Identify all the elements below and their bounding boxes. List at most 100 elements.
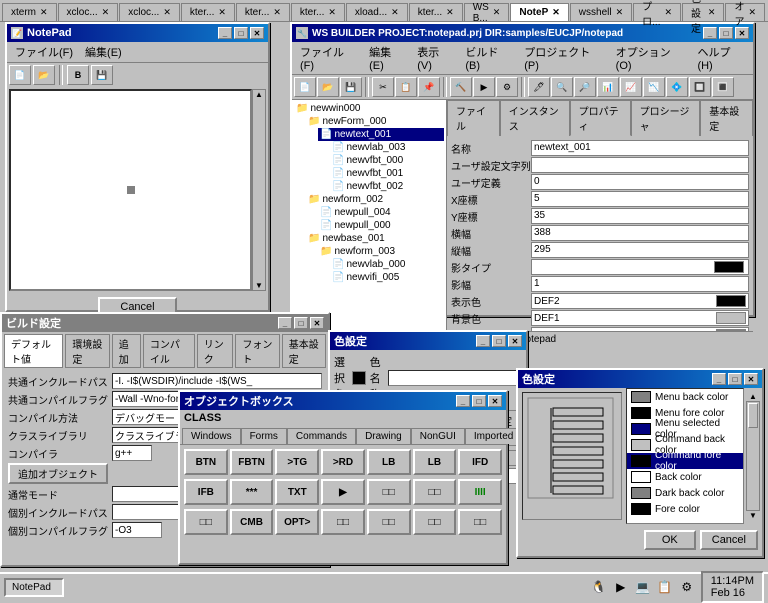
obj-btn-sq4[interactable]: □□ xyxy=(321,509,365,535)
obj-btn-ifd[interactable]: IFD xyxy=(458,449,502,475)
obj-btn-sq7[interactable]: □□ xyxy=(458,509,502,535)
notepad-scrollbar[interactable]: ▲ ▼ xyxy=(252,89,266,291)
maximize-button[interactable]: □ xyxy=(492,335,506,347)
obj-btn-sq2[interactable]: □□ xyxy=(413,479,457,505)
tab-kter3[interactable]: kter... ✕ xyxy=(291,3,345,21)
obj-btn-sq5[interactable]: □□ xyxy=(367,509,411,535)
tool-2[interactable]: 📂 xyxy=(317,77,339,97)
tab-add[interactable]: 追加 xyxy=(112,334,141,368)
tree-item-newpull000[interactable]: 📄 newpull_000 xyxy=(318,219,444,232)
tab-compile[interactable]: コンパイル xyxy=(143,334,195,368)
tab-commands[interactable]: Commands xyxy=(287,428,356,444)
tab-basic[interactable]: 基本設定 xyxy=(700,100,753,136)
tool-b[interactable]: B xyxy=(67,65,89,85)
close-icon[interactable]: ✕ xyxy=(708,7,716,18)
obj-btn-tg[interactable]: >TG xyxy=(275,449,319,475)
tab-notep[interactable]: NoteP ✕ xyxy=(510,3,568,21)
tool-9[interactable]: ⚙ xyxy=(496,77,518,97)
tab-link[interactable]: リンク xyxy=(197,334,234,368)
color-name-input[interactable] xyxy=(388,370,522,386)
taskbar-icon-pc[interactable]: 💻 xyxy=(633,577,653,597)
tab-xcloc2[interactable]: xcloc... ✕ xyxy=(119,3,180,21)
tab-forms[interactable]: Forms xyxy=(241,428,287,444)
close-icon[interactable]: ✕ xyxy=(664,7,672,18)
close-icon[interactable]: ✕ xyxy=(40,7,48,18)
taskbar-icon-play[interactable]: ▶ xyxy=(611,577,631,597)
tool-open[interactable]: 📂 xyxy=(33,65,55,85)
tool-7[interactable]: 🔨 xyxy=(450,77,472,97)
tree-item-newvfbt001[interactable]: 📄 newvfbt_001 xyxy=(330,167,444,180)
tool-5[interactable]: 📋 xyxy=(395,77,417,97)
prop-value-shadowtype[interactable] xyxy=(531,259,749,275)
close-button[interactable]: ✕ xyxy=(735,27,749,39)
tool-14[interactable]: 📈 xyxy=(620,77,642,97)
prop-value-top-shadow[interactable]: DEF3 xyxy=(531,327,749,331)
taskbar-icon-sk[interactable]: 🐧 xyxy=(589,577,609,597)
tab-env[interactable]: 環境設定 xyxy=(65,334,109,368)
menu-view[interactable]: 表示(V) xyxy=(411,43,459,73)
scroll-down-btn[interactable]: ▼ xyxy=(746,511,760,520)
tab-color-set[interactable]: 色設定 ✕ xyxy=(682,3,724,21)
close-icon[interactable]: ✕ xyxy=(493,7,501,18)
build-input-ind-flag[interactable] xyxy=(112,522,162,538)
tab-nongui[interactable]: NonGUI xyxy=(411,428,465,444)
tab-property[interactable]: プロパティ xyxy=(570,100,631,136)
obj-btn-ifb[interactable]: IFB xyxy=(184,479,228,505)
obj-btn-sq1[interactable]: □□ xyxy=(367,479,411,505)
obj-btn-bar[interactable]: IIII xyxy=(458,479,502,505)
ok-button[interactable]: OK xyxy=(644,530,696,550)
tab-wsb[interactable]: WS B... ✕ xyxy=(464,3,510,21)
notepad-text-area[interactable] xyxy=(9,89,252,291)
prop-value-bg[interactable]: DEF1 xyxy=(531,310,749,326)
prop-value-userstr[interactable] xyxy=(531,157,749,173)
minimize-button[interactable]: _ xyxy=(278,317,292,329)
tab-font[interactable]: フォント xyxy=(235,334,279,368)
obj-btn-sq6[interactable]: □□ xyxy=(413,509,457,535)
obj-btn-rd[interactable]: >RD xyxy=(321,449,365,475)
tree-item-newvlab003[interactable]: 📄 newvlab_003 xyxy=(330,141,444,154)
menu-edit[interactable]: 編集(E) xyxy=(79,43,128,61)
tree-item-newvifi005[interactable]: 📄 newvifi_005 xyxy=(330,271,444,284)
obj-btn-fbtn[interactable]: FBTN xyxy=(230,449,274,475)
prop-value-name[interactable]: newtext_001 xyxy=(531,140,749,156)
minimize-button[interactable]: _ xyxy=(703,27,717,39)
tree-item-newform002[interactable]: 📁 newform_002 xyxy=(306,193,444,206)
tool-6[interactable]: 📌 xyxy=(418,77,440,97)
obj-btn-btn[interactable]: BTN xyxy=(184,449,228,475)
obj-btn-cmb[interactable]: CMB xyxy=(230,509,274,535)
tab-default[interactable]: デフォルト値 xyxy=(4,334,63,368)
close-button[interactable]: ✕ xyxy=(508,335,522,347)
tree-item-newvfbt002[interactable]: 📄 newvfbt_002 xyxy=(330,180,444,193)
menu-help[interactable]: ヘルプ(H) xyxy=(691,43,751,73)
minimize-button[interactable]: _ xyxy=(476,335,490,347)
scroll-thumb[interactable] xyxy=(748,403,758,428)
close-icon[interactable]: ✕ xyxy=(391,7,399,18)
tool-12[interactable]: 🔎 xyxy=(574,77,596,97)
tab-kter2[interactable]: kter... ✕ xyxy=(236,3,290,21)
tree-item-newform000[interactable]: 📁 newForm_000 xyxy=(306,115,444,128)
close-icon[interactable]: ✕ xyxy=(616,7,624,18)
color-item-fore[interactable]: Fore color xyxy=(627,501,743,517)
obj-btn-txt[interactable]: TXT xyxy=(275,479,319,505)
obj-btn-lb2[interactable]: LB xyxy=(413,449,457,475)
maximize-button[interactable]: □ xyxy=(234,27,248,39)
prop-value-shadowwidth[interactable]: 1 xyxy=(531,276,749,292)
tool-10[interactable]: 🖊 xyxy=(528,77,550,97)
tab-kter1[interactable]: kter... ✕ xyxy=(181,3,235,21)
obj-btn-opt[interactable]: OPT> xyxy=(275,509,319,535)
tree-item-newvfbt000[interactable]: 📄 newvfbt_000 xyxy=(330,154,444,167)
tool-17[interactable]: 🔲 xyxy=(689,77,711,97)
tree-item-newwin000[interactable]: 📁 newwin000 xyxy=(294,102,444,115)
menu-file[interactable]: ファイル(F) xyxy=(9,43,79,61)
tool-4[interactable]: ✂ xyxy=(372,77,394,97)
tab-xterm[interactable]: xterm ✕ xyxy=(2,3,57,21)
minimize-button[interactable]: _ xyxy=(712,373,726,385)
close-icon[interactable]: ✕ xyxy=(163,7,171,18)
tool-16[interactable]: 💠 xyxy=(666,77,688,97)
tool-save[interactable]: 💾 xyxy=(91,65,113,85)
tree-item-newbase001[interactable]: 📁 newbase_001 xyxy=(306,232,444,245)
close-button[interactable]: ✕ xyxy=(744,373,758,385)
menu-build[interactable]: ビルド(B) xyxy=(459,43,518,73)
cancel-button[interactable]: Cancel xyxy=(700,530,758,550)
tab-drawing[interactable]: Drawing xyxy=(356,428,411,444)
